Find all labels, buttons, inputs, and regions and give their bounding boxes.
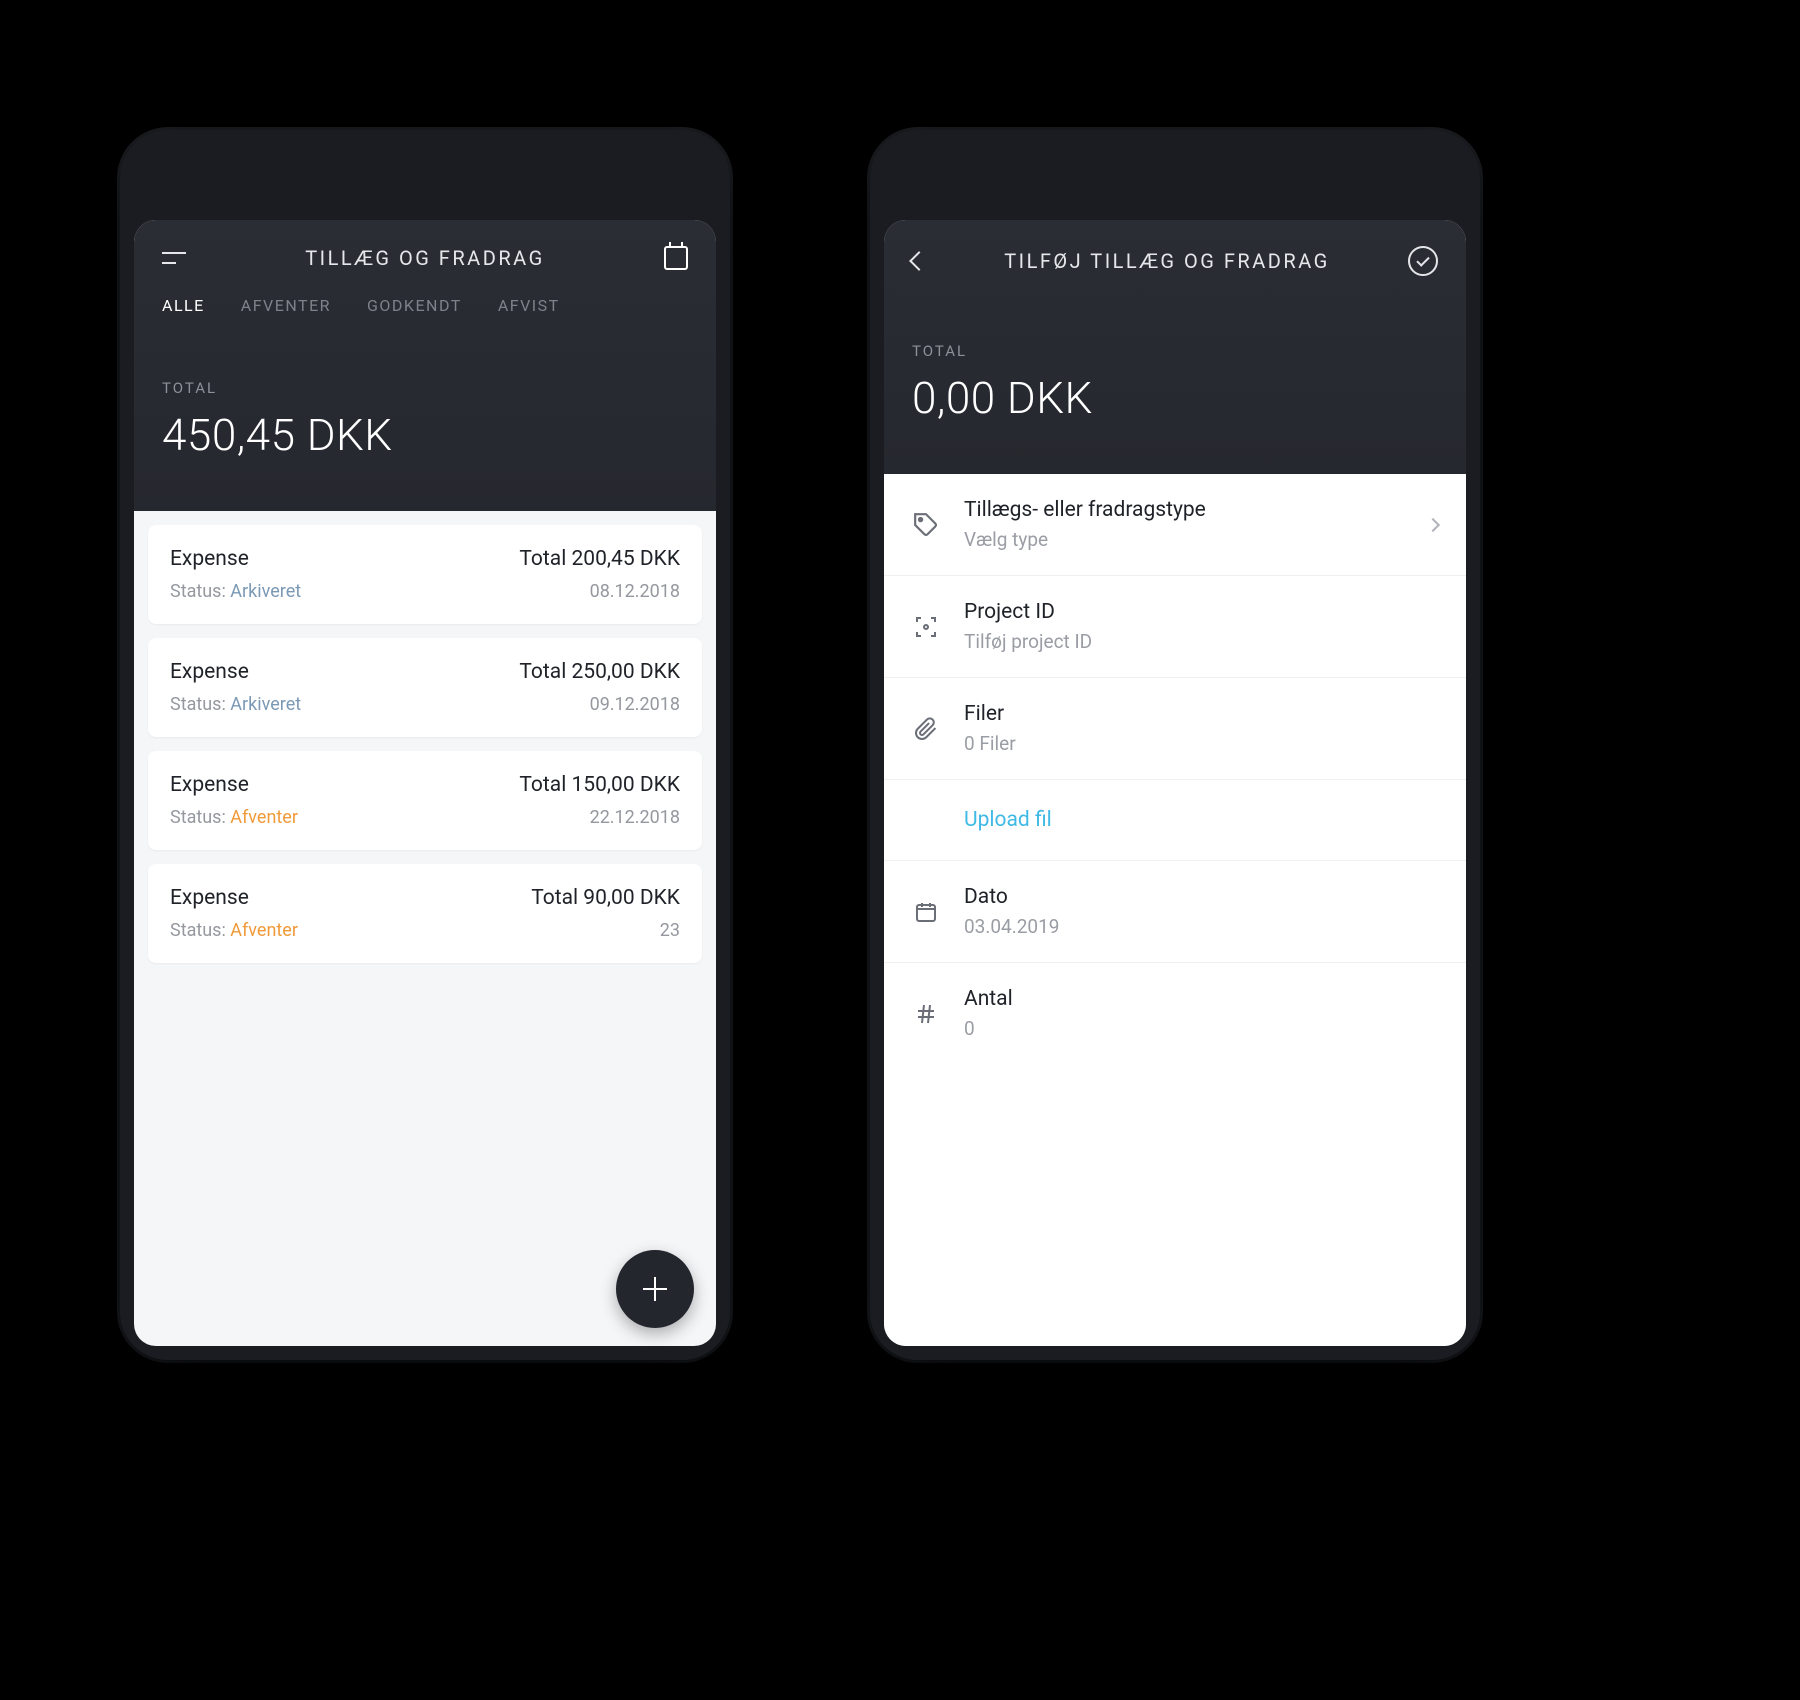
- expense-title: Expense: [170, 547, 249, 571]
- total-label: TOTAL: [162, 379, 688, 397]
- total-section: TOTAL 450,45 DKK: [134, 339, 716, 511]
- total-label: TOTAL: [912, 342, 1438, 360]
- paperclip-icon: [912, 715, 940, 743]
- expense-title: Expense: [170, 886, 249, 910]
- back-icon[interactable]: [909, 251, 929, 271]
- phone-form-screen: TILFØJ TILLÆG OG FRADRAG TOTAL 0,00 DKK: [870, 130, 1480, 1360]
- row-project[interactable]: Project ID Tilføj project ID: [884, 576, 1466, 678]
- row-sub: 0 Filer: [964, 732, 1438, 755]
- expense-total: Total 150,00 DKK: [519, 773, 680, 797]
- expense-total: Total 90,00 DKK: [531, 886, 680, 910]
- header-dark: TILLÆG OG FRADRAG ALLE AFVENTER GODKENDT…: [134, 220, 716, 511]
- row-sub: Vælg type: [964, 528, 1404, 551]
- row-title: Project ID: [964, 600, 1438, 624]
- plus-icon: [643, 1277, 667, 1301]
- confirm-button[interactable]: [1408, 246, 1438, 276]
- status-text: Status: Afventer: [170, 807, 298, 828]
- screen-list: TILLÆG OG FRADRAG ALLE AFVENTER GODKENDT…: [134, 220, 716, 1346]
- status-text: Status: Arkiveret: [170, 694, 301, 715]
- chevron-right-icon: [1426, 517, 1440, 531]
- list-item[interactable]: Expense Total 200,45 DKK Status: Arkiver…: [148, 525, 702, 624]
- row-title: Tillægs- eller fradragstype: [964, 498, 1404, 522]
- total-amount: 0,00 DKK: [912, 372, 1438, 424]
- status-value: Arkiveret: [230, 694, 301, 715]
- menu-icon[interactable]: [162, 252, 186, 264]
- screen-form: TILFØJ TILLÆG OG FRADRAG TOTAL 0,00 DKK: [884, 220, 1466, 1346]
- header-bar: TILLÆG OG FRADRAG: [134, 220, 716, 296]
- calendar-small-icon: [912, 898, 940, 926]
- row-date[interactable]: Dato 03.04.2019: [884, 861, 1466, 963]
- tag-icon: [912, 511, 940, 539]
- page-title: TILFØJ TILLÆG OG FRADRAG: [1004, 249, 1330, 273]
- row-count[interactable]: Antal 0: [884, 963, 1466, 1064]
- tabs: ALLE AFVENTER GODKENDT AFVIST: [134, 296, 716, 339]
- row-title: Dato: [964, 885, 1438, 909]
- add-button[interactable]: [616, 1250, 694, 1328]
- status-value: Afventer: [230, 807, 298, 828]
- total-amount: 450,45 DKK: [162, 409, 688, 461]
- status-value: Afventer: [230, 920, 298, 941]
- expense-date: 08.12.2018: [590, 581, 680, 602]
- row-sub: 03.04.2019: [964, 915, 1438, 938]
- row-title: Filer: [964, 702, 1438, 726]
- list-item[interactable]: Expense Total 150,00 DKK Status: Afvente…: [148, 751, 702, 850]
- check-icon: [1416, 253, 1429, 266]
- expense-list: Expense Total 200,45 DKK Status: Arkiver…: [134, 511, 716, 1346]
- status-text: Status: Afventer: [170, 920, 298, 941]
- expense-date: 09.12.2018: [590, 694, 680, 715]
- expense-date: 23: [660, 920, 680, 941]
- form-list: Tillægs- eller fradragstype Vælg type Pr…: [884, 474, 1466, 1346]
- list-item[interactable]: Expense Total 250,00 DKK Status: Arkiver…: [148, 638, 702, 737]
- tab-afventer[interactable]: AFVENTER: [241, 296, 331, 315]
- row-title: Antal: [964, 987, 1438, 1011]
- tab-godkendt[interactable]: GODKENDT: [367, 296, 462, 315]
- expense-date: 22.12.2018: [590, 807, 680, 828]
- expense-total: Total 250,00 DKK: [519, 660, 680, 684]
- row-sub: Tilføj project ID: [964, 630, 1438, 653]
- expense-title: Expense: [170, 773, 249, 797]
- header-bar: TILFØJ TILLÆG OG FRADRAG: [884, 220, 1466, 302]
- row-type[interactable]: Tillægs- eller fradragstype Vælg type: [884, 474, 1466, 576]
- tab-alle[interactable]: ALLE: [162, 296, 205, 315]
- tab-afvist[interactable]: AFVIST: [498, 296, 560, 315]
- list-item[interactable]: Expense Total 90,00 DKK Status: Afventer…: [148, 864, 702, 963]
- upload-link[interactable]: Upload fil: [964, 808, 1052, 832]
- expense-total: Total 200,45 DKK: [519, 547, 680, 571]
- page-title: TILLÆG OG FRADRAG: [305, 246, 544, 270]
- phone-list-screen: TILLÆG OG FRADRAG ALLE AFVENTER GODKENDT…: [120, 130, 730, 1360]
- row-upload[interactable]: Upload fil: [884, 780, 1466, 861]
- calendar-icon[interactable]: [664, 246, 688, 270]
- row-sub: 0: [964, 1017, 1438, 1040]
- status-value: Arkiveret: [230, 581, 301, 602]
- status-text: Status: Arkiveret: [170, 581, 301, 602]
- header-dark: TILFØJ TILLÆG OG FRADRAG TOTAL 0,00 DKK: [884, 220, 1466, 474]
- scan-icon: [912, 613, 940, 641]
- hash-icon: [912, 1000, 940, 1028]
- row-files[interactable]: Filer 0 Filer: [884, 678, 1466, 780]
- total-section: TOTAL 0,00 DKK: [884, 302, 1466, 474]
- expense-title: Expense: [170, 660, 249, 684]
